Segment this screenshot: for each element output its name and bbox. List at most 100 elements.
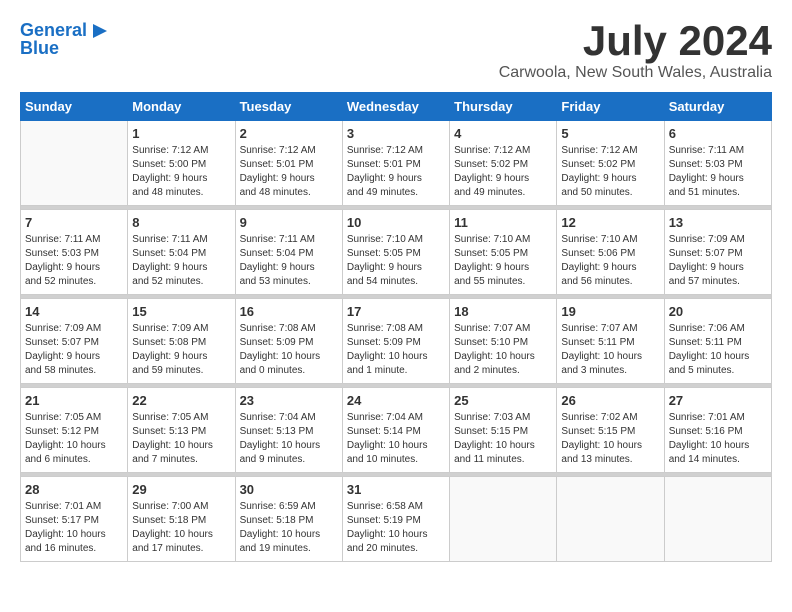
- calendar-cell: 16Sunrise: 7:08 AM Sunset: 5:09 PM Dayli…: [235, 299, 342, 384]
- day-number: 20: [669, 304, 767, 319]
- cell-content: Sunrise: 7:08 AM Sunset: 5:09 PM Dayligh…: [347, 322, 445, 378]
- cell-content: Sunrise: 7:09 AM Sunset: 5:08 PM Dayligh…: [132, 322, 230, 378]
- day-number: 18: [454, 304, 552, 319]
- calendar-week-row-5: 28 Sunrise: 7:01 AM Sunset: 5:17 PM Dayli…: [21, 477, 772, 562]
- cell-content: Sunrise: 7:12 AM Sunset: 5:02 PM Dayligh…: [454, 144, 552, 200]
- day-number: 16: [240, 304, 338, 319]
- day-number: 6: [669, 126, 767, 141]
- logo-arrow-icon: [89, 20, 111, 42]
- calendar-cell: 6Sunrise: 7:11 AM Sunset: 5:03 PM Daylig…: [664, 121, 771, 206]
- cell-content: Sunrise: 7:10 AM Sunset: 5:05 PM Dayligh…: [347, 233, 445, 289]
- calendar-cell: 25Sunrise: 7:03 AM Sunset: 5:15 PM Dayli…: [450, 388, 557, 473]
- calendar-cell: 14 Sunrise: 7:09 AM Sunset: 5:07 PM Dayli…: [21, 299, 128, 384]
- cell-content: Sunrise: 7:11 AM Sunset: 5:03 PM Dayligh…: [25, 233, 123, 289]
- cell-content: Sunrise: 7:10 AM Sunset: 5:06 PM Dayligh…: [561, 233, 659, 289]
- calendar-cell: 23 Sunrise: 7:04 AM Sunset: 5:13 PM Dayli…: [235, 388, 342, 473]
- day-number: 11: [454, 215, 552, 230]
- day-number: 31: [347, 482, 445, 497]
- cell-content: Sunrise: 7:07 AM Sunset: 5:11 PM Dayligh…: [561, 322, 659, 378]
- day-number: 12: [561, 215, 659, 230]
- calendar-header-saturday: Saturday: [664, 93, 771, 121]
- calendar-cell: 20 Sunrise: 7:06 AM Sunset: 5:11 PM Dayli…: [664, 299, 771, 384]
- title-section: July 2024 Carwoola, New South Wales, Aus…: [499, 20, 772, 82]
- calendar-cell: 31 Sunrise: 6:58 AM Sunset: 5:19 PM Dayli…: [342, 477, 449, 562]
- calendar-cell: 8 Sunrise: 7:11 AM Sunset: 5:04 PM Daylig…: [128, 210, 235, 295]
- calendar-cell: 30Sunrise: 6:59 AM Sunset: 5:18 PM Dayli…: [235, 477, 342, 562]
- cell-content: Sunrise: 7:12 AM Sunset: 5:00 PM Dayligh…: [132, 144, 230, 200]
- cell-content: Sunrise: 7:04 AM Sunset: 5:13 PM Dayligh…: [240, 411, 338, 467]
- calendar-cell: 19Sunrise: 7:07 AM Sunset: 5:11 PM Dayli…: [557, 299, 664, 384]
- calendar-week-row-1: 1 Sunrise: 7:12 AM Sunset: 5:00 PM Daylig…: [21, 121, 772, 206]
- calendar-week-row-2: 7 Sunrise: 7:11 AM Sunset: 5:03 PM Daylig…: [21, 210, 772, 295]
- cell-content: Sunrise: 7:09 AM Sunset: 5:07 PM Dayligh…: [25, 322, 123, 378]
- cell-content: Sunrise: 7:12 AM Sunset: 5:01 PM Dayligh…: [347, 144, 445, 200]
- calendar-cell: 9 Sunrise: 7:11 AM Sunset: 5:04 PM Daylig…: [235, 210, 342, 295]
- cell-content: Sunrise: 7:05 AM Sunset: 5:12 PM Dayligh…: [25, 411, 123, 467]
- calendar-cell: 15 Sunrise: 7:09 AM Sunset: 5:08 PM Dayli…: [128, 299, 235, 384]
- cell-content: Sunrise: 7:04 AM Sunset: 5:14 PM Dayligh…: [347, 411, 445, 467]
- calendar-cell: [450, 477, 557, 562]
- cell-content: Sunrise: 6:58 AM Sunset: 5:19 PM Dayligh…: [347, 500, 445, 556]
- day-number: 5: [561, 126, 659, 141]
- day-number: 1: [132, 126, 230, 141]
- calendar-week-row-4: 21 Sunrise: 7:05 AM Sunset: 5:12 PM Dayli…: [21, 388, 772, 473]
- calendar-cell: 5 Sunrise: 7:12 AM Sunset: 5:02 PM Daylig…: [557, 121, 664, 206]
- day-number: 27: [669, 393, 767, 408]
- month-title: July 2024: [499, 20, 772, 62]
- day-number: 14: [25, 304, 123, 319]
- day-number: 4: [454, 126, 552, 141]
- day-number: 2: [240, 126, 338, 141]
- cell-content: Sunrise: 7:05 AM Sunset: 5:13 PM Dayligh…: [132, 411, 230, 467]
- cell-content: Sunrise: 7:11 AM Sunset: 5:04 PM Dayligh…: [132, 233, 230, 289]
- day-number: 21: [25, 393, 123, 408]
- cell-content: Sunrise: 7:06 AM Sunset: 5:11 PM Dayligh…: [669, 322, 767, 378]
- cell-content: Sunrise: 7:09 AM Sunset: 5:07 PM Dayligh…: [669, 233, 767, 289]
- calendar-cell: 24 Sunrise: 7:04 AM Sunset: 5:14 PM Dayli…: [342, 388, 449, 473]
- calendar-header-monday: Monday: [128, 93, 235, 121]
- calendar-cell: 12 Sunrise: 7:10 AM Sunset: 5:06 PM Dayli…: [557, 210, 664, 295]
- calendar-cell: 22 Sunrise: 7:05 AM Sunset: 5:13 PM Dayli…: [128, 388, 235, 473]
- cell-content: Sunrise: 7:12 AM Sunset: 5:02 PM Dayligh…: [561, 144, 659, 200]
- logo-line2: Blue: [20, 38, 59, 58]
- cell-content: Sunrise: 7:02 AM Sunset: 5:15 PM Dayligh…: [561, 411, 659, 467]
- day-number: 22: [132, 393, 230, 408]
- calendar-cell: [557, 477, 664, 562]
- day-number: 30: [240, 482, 338, 497]
- cell-content: Sunrise: 7:07 AM Sunset: 5:10 PM Dayligh…: [454, 322, 552, 378]
- calendar-cell: 29Sunrise: 7:00 AM Sunset: 5:18 PM Dayli…: [128, 477, 235, 562]
- day-number: 28: [25, 482, 123, 497]
- calendar-header-sunday: Sunday: [21, 93, 128, 121]
- day-number: 23: [240, 393, 338, 408]
- day-number: 3: [347, 126, 445, 141]
- calendar-cell: 27Sunrise: 7:01 AM Sunset: 5:16 PM Dayli…: [664, 388, 771, 473]
- calendar-cell: 21 Sunrise: 7:05 AM Sunset: 5:12 PM Dayli…: [21, 388, 128, 473]
- calendar-header-thursday: Thursday: [450, 93, 557, 121]
- cell-content: Sunrise: 7:01 AM Sunset: 5:17 PM Dayligh…: [25, 500, 123, 556]
- calendar-header-tuesday: Tuesday: [235, 93, 342, 121]
- calendar-table: SundayMondayTuesdayWednesdayThursdayFrid…: [20, 92, 772, 562]
- calendar-header-wednesday: Wednesday: [342, 93, 449, 121]
- cell-content: Sunrise: 7:10 AM Sunset: 5:05 PM Dayligh…: [454, 233, 552, 289]
- calendar-cell: 7 Sunrise: 7:11 AM Sunset: 5:03 PM Daylig…: [21, 210, 128, 295]
- cell-content: Sunrise: 7:12 AM Sunset: 5:01 PM Dayligh…: [240, 144, 338, 200]
- day-number: 9: [240, 215, 338, 230]
- calendar-week-row-3: 14 Sunrise: 7:09 AM Sunset: 5:07 PM Dayli…: [21, 299, 772, 384]
- cell-content: Sunrise: 7:11 AM Sunset: 5:04 PM Dayligh…: [240, 233, 338, 289]
- day-number: 7: [25, 215, 123, 230]
- day-number: 15: [132, 304, 230, 319]
- calendar-cell: 10Sunrise: 7:10 AM Sunset: 5:05 PM Dayli…: [342, 210, 449, 295]
- calendar-header-friday: Friday: [557, 93, 664, 121]
- calendar-cell: 13Sunrise: 7:09 AM Sunset: 5:07 PM Dayli…: [664, 210, 771, 295]
- day-number: 24: [347, 393, 445, 408]
- calendar-cell: 18 Sunrise: 7:07 AM Sunset: 5:10 PM Dayli…: [450, 299, 557, 384]
- calendar-cell: [21, 121, 128, 206]
- calendar-cell: 28 Sunrise: 7:01 AM Sunset: 5:17 PM Dayli…: [21, 477, 128, 562]
- day-number: 17: [347, 304, 445, 319]
- calendar-cell: 11 Sunrise: 7:10 AM Sunset: 5:05 PM Dayli…: [450, 210, 557, 295]
- cell-content: Sunrise: 7:03 AM Sunset: 5:15 PM Dayligh…: [454, 411, 552, 467]
- page-header: General Blue July 2024 Carwoola, New Sou…: [20, 20, 772, 82]
- day-number: 8: [132, 215, 230, 230]
- calendar-cell: 3 Sunrise: 7:12 AM Sunset: 5:01 PM Daylig…: [342, 121, 449, 206]
- calendar-cell: 1 Sunrise: 7:12 AM Sunset: 5:00 PM Daylig…: [128, 121, 235, 206]
- calendar-header-row: SundayMondayTuesdayWednesdayThursdayFrid…: [21, 93, 772, 121]
